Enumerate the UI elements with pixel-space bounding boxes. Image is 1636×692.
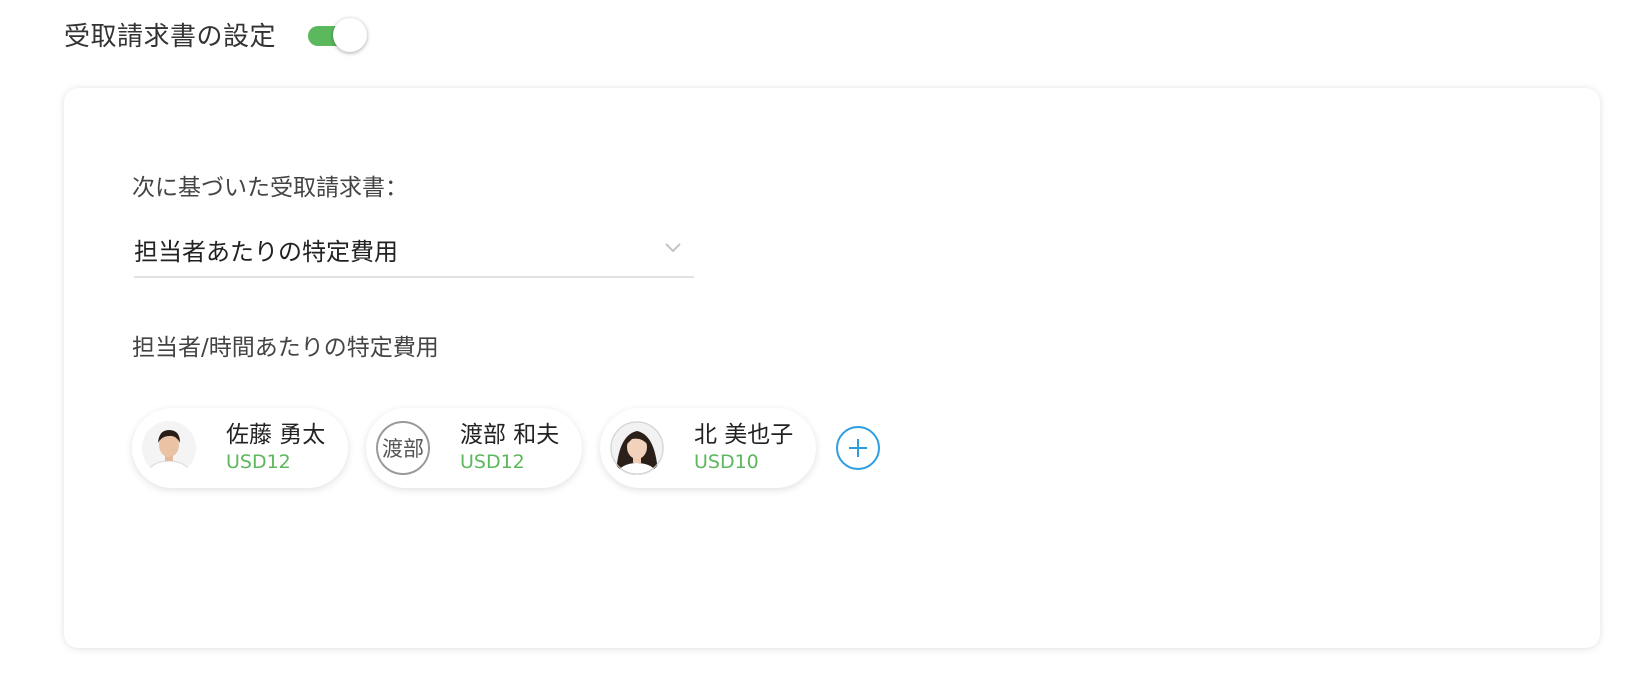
- settings-card: 次に基づいた受取請求書： 担当者あたりの特定費用 担当者/時間あたりの特定費用 …: [64, 88, 1600, 648]
- staff-chip[interactable]: 北 美也子 USD10: [600, 408, 816, 488]
- settings-header: 受取請求書の設定: [64, 12, 368, 56]
- staff-rate: USD10: [694, 451, 759, 474]
- staff-name: 北 美也子: [694, 421, 794, 448]
- toggle-knob: [333, 18, 368, 52]
- staff-name: 佐藤 勇太: [226, 421, 326, 448]
- page-title: 受取請求書の設定: [64, 21, 277, 52]
- add-staff-button[interactable]: [836, 426, 880, 470]
- avatar-photo: [610, 421, 664, 475]
- billing-basis-label: 次に基づいた受取請求書：: [132, 175, 408, 201]
- staff-chip[interactable]: 渡部 渡部 和夫 USD12: [366, 408, 582, 488]
- billing-toggle[interactable]: [306, 16, 368, 52]
- staff-chip[interactable]: 佐藤 勇太 USD12: [132, 408, 348, 488]
- staff-rates-label: 担当者/時間あたりの特定費用: [132, 335, 439, 361]
- chevron-down-icon: [665, 243, 681, 253]
- billing-basis-select[interactable]: 担当者あたりの特定費用: [134, 228, 694, 278]
- staff-name: 渡部 和夫: [460, 421, 560, 448]
- staff-list: 佐藤 勇太 USD12 渡部 渡部 和夫 USD12 北 美也子 USD10: [132, 408, 880, 488]
- staff-rate: USD12: [460, 451, 525, 474]
- billing-basis-value: 担当者あたりの特定費用: [134, 238, 398, 266]
- staff-rate: USD12: [226, 451, 291, 474]
- avatar-initials: 渡部: [376, 421, 430, 475]
- avatar-photo: [142, 421, 196, 475]
